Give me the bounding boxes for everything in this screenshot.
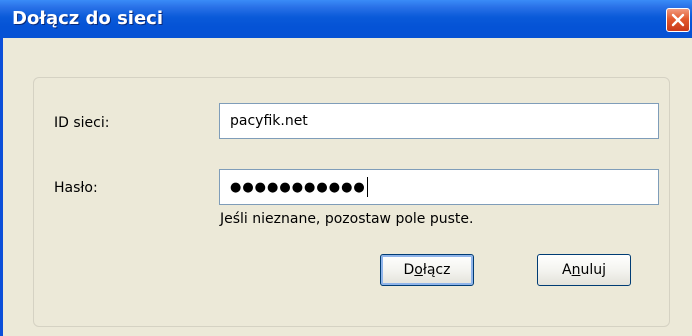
password-label: Hasło:: [54, 180, 98, 196]
join-button-label-part: łącz: [422, 262, 451, 278]
join-button-label-part: D: [403, 262, 415, 278]
network-id-label: ID sieci:: [54, 115, 110, 131]
join-button[interactable]: Dołącz: [380, 254, 474, 286]
network-id-input[interactable]: pacyfik.net: [219, 103, 659, 139]
close-icon: [671, 13, 685, 27]
dialog-window: Dołącz do sieci ID sieci: pacyfik.net Ha…: [0, 0, 692, 336]
password-hint: Jeśli nieznane, pozostaw pole puste.: [220, 211, 474, 227]
title-bar[interactable]: Dołącz do sieci: [0, 0, 692, 38]
close-button[interactable]: [666, 8, 690, 32]
password-mask: ●●●●●●●●●●●: [230, 180, 366, 195]
network-id-value: pacyfik.net: [230, 113, 308, 129]
join-button-mnemonic: o: [414, 262, 423, 278]
cancel-button-label-part: uluj: [580, 262, 606, 278]
cancel-button-label-part: A: [562, 262, 572, 278]
dialog-body: ID sieci: pacyfik.net Hasło: ●●●●●●●●●●●…: [3, 38, 692, 336]
password-input[interactable]: ●●●●●●●●●●●: [219, 169, 659, 205]
cancel-button[interactable]: Anuluj: [537, 254, 631, 286]
text-caret: [366, 177, 368, 197]
window-title: Dołącz do sieci: [12, 8, 163, 29]
